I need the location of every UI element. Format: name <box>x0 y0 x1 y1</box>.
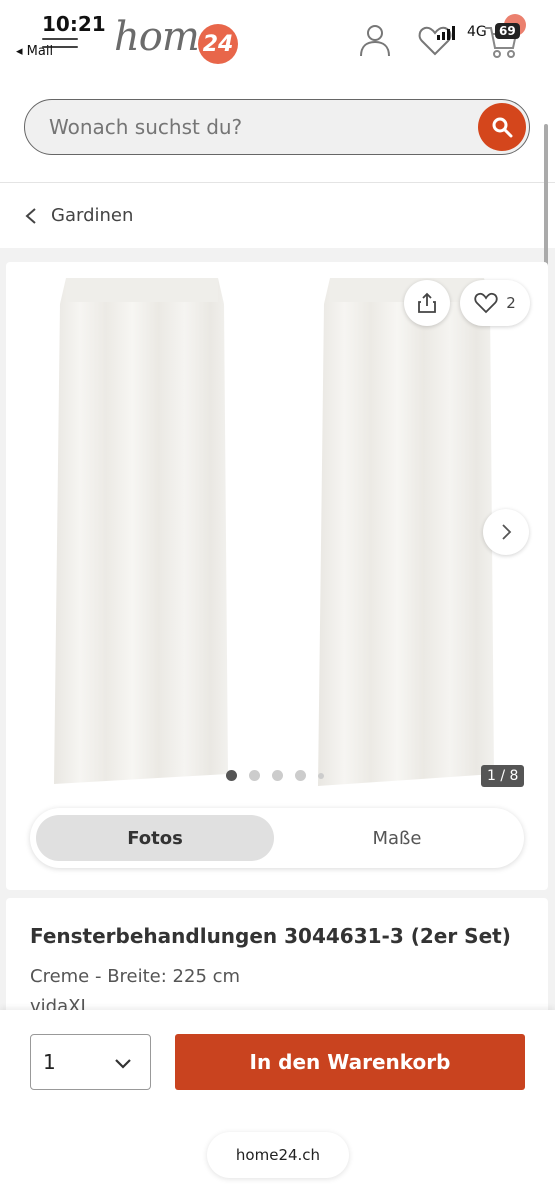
battery-indicator: 69 <box>495 23 520 39</box>
logo-badge: 24 <box>198 24 238 64</box>
curtain-image-right <box>318 278 494 786</box>
search-input[interactable] <box>49 115 449 139</box>
chevron-left-icon <box>25 208 36 224</box>
tab-fotos[interactable]: Fotos <box>36 815 274 861</box>
favorite-count: 2 <box>506 294 516 312</box>
purchase-bar: 1 In den Warenkorb <box>0 1010 555 1112</box>
media-toggle: Fotos Maße <box>30 808 524 868</box>
product-info: Fensterbehandlungen 3044631-3 (2er Set) … <box>6 898 548 1018</box>
back-to-mail-link[interactable]: ◂ Mail <box>16 44 53 59</box>
product-title: Fensterbehandlungen 3044631-3 (2er Set) <box>30 924 511 948</box>
quantity-value: 1 <box>43 1050 56 1074</box>
breadcrumb-label: Gardinen <box>51 205 134 226</box>
chevron-down-icon <box>115 1059 131 1069</box>
search-section <box>0 66 555 182</box>
user-icon[interactable] <box>357 22 393 58</box>
signal-icon <box>437 26 455 40</box>
share-icon <box>418 292 436 313</box>
breadcrumb[interactable]: Gardinen <box>0 182 555 248</box>
share-button[interactable] <box>404 280 450 326</box>
url-bar[interactable]: home24.ch <box>207 1132 349 1178</box>
heart-icon <box>474 292 498 314</box>
quantity-select[interactable]: 1 <box>30 1034 151 1090</box>
carousel-dot[interactable] <box>249 770 260 781</box>
image-counter: 1 / 8 <box>481 765 525 787</box>
curtain-image-left <box>54 278 228 784</box>
favorite-button[interactable]: 2 <box>460 280 530 326</box>
app-header: 10:21 ◂ Mail home 24 4G 69 <box>0 0 555 66</box>
search-icon <box>492 117 513 138</box>
status-time: 10:21 <box>42 12 106 36</box>
search-button[interactable] <box>478 103 526 151</box>
tab-masse[interactable]: Maße <box>278 815 516 861</box>
carousel-dot[interactable] <box>272 770 283 781</box>
product-gallery[interactable]: 2 1 / 8 Fotos Maße <box>6 262 548 890</box>
add-to-cart-button[interactable]: In den Warenkorb <box>175 1034 525 1090</box>
product-variant: Creme - Breite: 225 cm <box>30 966 241 987</box>
carousel-dot[interactable] <box>318 772 324 779</box>
carousel-dots <box>226 770 324 781</box>
carousel-dot[interactable] <box>226 770 237 781</box>
chevron-right-icon <box>502 524 512 540</box>
browser-bar: home24.ch <box>0 1112 555 1200</box>
search-bar[interactable] <box>24 99 530 155</box>
next-image-button[interactable] <box>483 509 529 555</box>
carousel-dot[interactable] <box>295 770 306 781</box>
